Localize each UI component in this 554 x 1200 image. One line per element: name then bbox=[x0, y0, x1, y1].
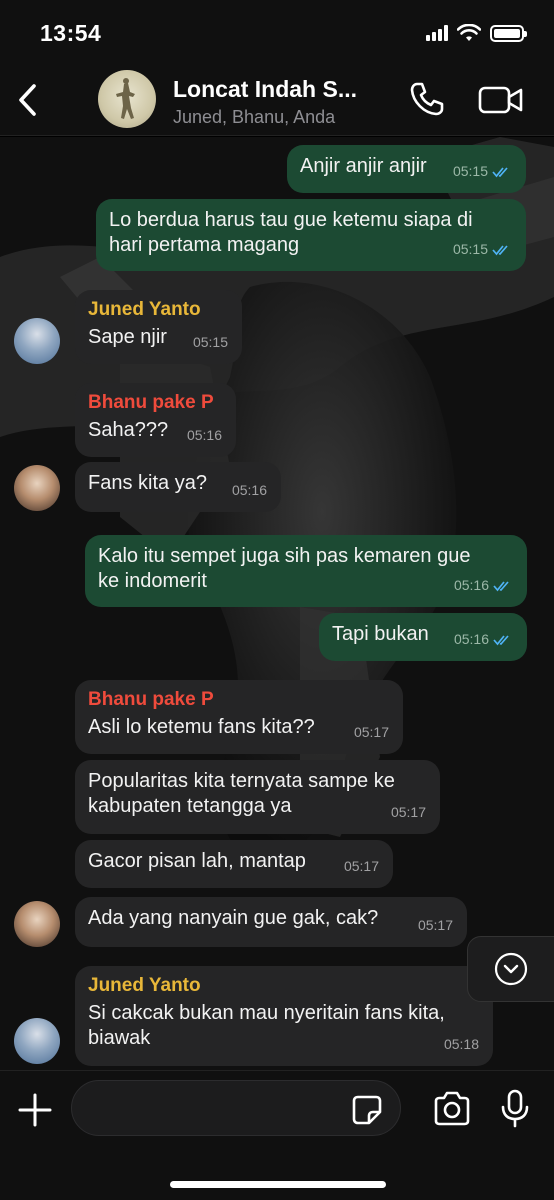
sender-name[interactable]: Bhanu pake P bbox=[88, 689, 389, 711]
message-timestamp: 05:15 bbox=[452, 163, 488, 179]
message-timestamp: 05:17 bbox=[390, 804, 426, 820]
status-time: 13:54 bbox=[40, 20, 102, 46]
battery-icon bbox=[490, 24, 527, 42]
message-timestamp: 05:16 bbox=[453, 577, 489, 593]
scroll-to-bottom-button[interactable] bbox=[467, 936, 554, 1002]
message-time: 05:15 bbox=[453, 237, 512, 262]
message-time: 05:16 bbox=[454, 627, 513, 652]
message-time: 05:17 bbox=[354, 720, 389, 745]
sender-name[interactable]: Juned Yanto bbox=[88, 299, 228, 321]
sticker-icon[interactable] bbox=[350, 1093, 384, 1127]
message-time: 05:15 bbox=[453, 159, 512, 184]
avatar-bhanu[interactable] bbox=[14, 901, 60, 947]
group-name[interactable]: Loncat Indah S... bbox=[173, 76, 357, 103]
message-time: 05:15 bbox=[193, 330, 228, 355]
message-timestamp: 05:17 bbox=[417, 917, 453, 933]
home-indicator bbox=[170, 1181, 386, 1188]
double-check-icon bbox=[492, 166, 508, 177]
phone-icon[interactable] bbox=[408, 80, 446, 118]
message-timestamp: 05:16 bbox=[453, 631, 489, 647]
message-time: 05:18 bbox=[444, 1032, 479, 1057]
chat-area[interactable]: Anjir anjir anjir 05:15 Lo berdua harus … bbox=[0, 137, 554, 1070]
back-icon[interactable] bbox=[12, 80, 44, 120]
message-bubble-incoming[interactable]: Juned Yanto Sape njir 05:15 bbox=[75, 290, 242, 364]
message-text: Gacor pisan lah, mantap bbox=[88, 850, 306, 872]
chevron-down-circle-icon bbox=[494, 952, 528, 986]
double-check-icon bbox=[493, 634, 509, 645]
double-check-icon bbox=[492, 244, 508, 255]
message-timestamp: 05:17 bbox=[353, 724, 389, 740]
double-check-icon bbox=[493, 580, 509, 591]
message-bubble-outgoing[interactable]: Tapi bukan 05:16 bbox=[319, 613, 527, 661]
message-timestamp: 05:16 bbox=[231, 482, 267, 498]
message-text: Si cakcak bukan mau nyeritain fans kita,… bbox=[88, 1002, 445, 1049]
message-timestamp: 05:17 bbox=[343, 858, 379, 874]
message-timestamp: 05:15 bbox=[192, 334, 228, 350]
message-bubble-outgoing[interactable]: Lo berdua harus tau gue ketemu siapa di … bbox=[96, 199, 526, 271]
avatar-bhanu[interactable] bbox=[14, 465, 60, 511]
avatar-juned[interactable] bbox=[14, 1018, 60, 1064]
plus-icon[interactable] bbox=[16, 1091, 54, 1129]
status-bar: 13:54 bbox=[0, 0, 554, 66]
message-bubble-outgoing[interactable]: Anjir anjir anjir 05:15 bbox=[287, 145, 526, 193]
message-text: Lo berdua harus tau gue ketemu siapa di … bbox=[109, 209, 473, 256]
group-avatar[interactable] bbox=[98, 70, 156, 128]
avatar-juned[interactable] bbox=[14, 318, 60, 364]
message-bubble-outgoing[interactable]: Kalo itu sempet juga sih pas kemaren gue… bbox=[85, 535, 527, 607]
message-time: 05:17 bbox=[344, 854, 379, 879]
message-time: 05:16 bbox=[187, 423, 222, 448]
message-composer bbox=[0, 1070, 554, 1200]
sender-name[interactable]: Juned Yanto bbox=[88, 975, 479, 997]
group-members[interactable]: Juned, Bhanu, Anda bbox=[173, 107, 335, 128]
cellular-signal-icon bbox=[426, 25, 448, 41]
message-timestamp: 05:18 bbox=[443, 1036, 479, 1052]
message-timestamp: 05:16 bbox=[186, 427, 222, 443]
message-time: 05:16 bbox=[454, 573, 513, 598]
group-avatar-image bbox=[116, 78, 135, 119]
camera-icon[interactable] bbox=[432, 1091, 472, 1127]
chat-header: Loncat Indah S... Juned, Bhanu, Anda bbox=[0, 66, 554, 136]
status-icons bbox=[426, 24, 527, 42]
microphone-icon[interactable] bbox=[500, 1089, 530, 1129]
message-text: Popularitas kita ternyata sampe ke kabup… bbox=[88, 770, 395, 817]
message-time: 05:16 bbox=[232, 478, 267, 503]
message-bubble-incoming[interactable]: Gacor pisan lah, mantap 05:17 bbox=[75, 840, 393, 888]
video-camera-icon[interactable] bbox=[478, 84, 524, 116]
message-time: 05:17 bbox=[391, 800, 426, 825]
message-bubble-incoming[interactable]: Bhanu pake P Asli lo ketemu fans kita?? … bbox=[75, 680, 403, 754]
message-bubble-incoming[interactable]: Bhanu pake P Saha??? 05:16 bbox=[75, 383, 236, 457]
message-text: Ada yang nanyain gue gak, cak? bbox=[88, 907, 379, 929]
message-bubble-incoming[interactable]: Fans kita ya? 05:16 bbox=[75, 462, 281, 512]
message-bubble-incoming[interactable]: Ada yang nanyain gue gak, cak? 05:17 bbox=[75, 897, 467, 947]
wifi-icon bbox=[457, 24, 481, 41]
message-bubble-incoming[interactable]: Popularitas kita ternyata sampe ke kabup… bbox=[75, 760, 440, 834]
message-text: Asli lo ketemu fans kita?? bbox=[88, 716, 315, 738]
message-time: 05:17 bbox=[418, 913, 453, 938]
sender-name[interactable]: Bhanu pake P bbox=[88, 392, 222, 414]
message-timestamp: 05:15 bbox=[452, 241, 488, 257]
message-bubble-incoming[interactable]: Juned Yanto Si cakcak bukan mau nyeritai… bbox=[75, 966, 493, 1066]
message-text: Kalo itu sempet juga sih pas kemaren gue… bbox=[98, 545, 471, 592]
